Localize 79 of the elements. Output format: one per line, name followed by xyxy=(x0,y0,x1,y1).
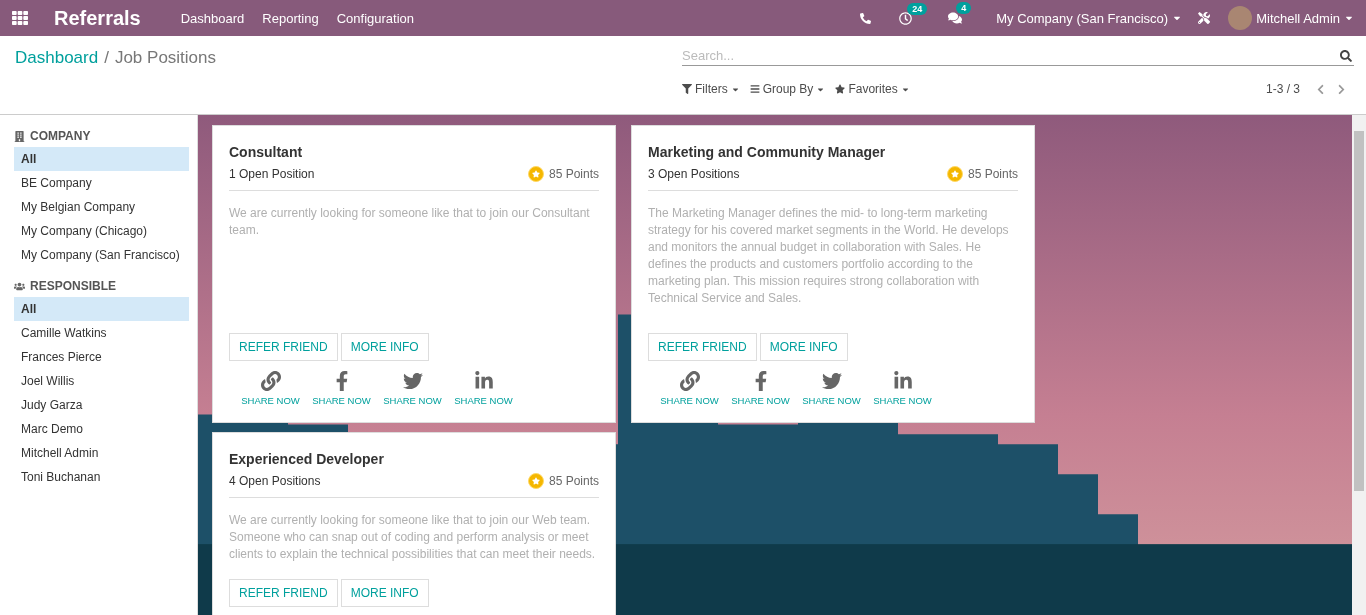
user-menu[interactable]: Mitchell Admin xyxy=(1256,10,1354,26)
sidebar-item[interactable]: Mitchell Admin xyxy=(14,441,189,465)
share-link[interactable]: SHARE NOW xyxy=(867,371,938,406)
sidebar-item[interactable]: Toni Buchanan xyxy=(14,465,189,489)
activity-count-badge: 24 xyxy=(907,2,928,15)
share-link[interactable]: SHARE NOW xyxy=(377,371,448,406)
phone-icon[interactable] xyxy=(860,12,872,24)
breadcrumb-current: Job Positions xyxy=(114,48,217,68)
points-value: 85 Points xyxy=(548,167,599,181)
nav-menu-link[interactable]: Reporting xyxy=(262,10,319,26)
sidebar-item[interactable]: My Company (San Francisco) xyxy=(14,243,189,267)
open-positions-count: 1 Open Position xyxy=(229,167,315,181)
job-description: We are currently looking for someone like that to join our Web team. Someone who can snap out of coding and perform analysis or meet clients to explain the technical possibilities that can meet their needs. xyxy=(229,512,597,563)
nav-menu-link[interactable]: Dashboard xyxy=(180,10,245,26)
share-link[interactable]: SHARE NOW xyxy=(796,371,867,406)
star-icon xyxy=(950,170,959,178)
sidebar-section-title: COMPANY xyxy=(30,129,91,143)
people-icon xyxy=(14,280,25,292)
nav-menu-link[interactable]: Configuration xyxy=(336,10,415,26)
twitter-icon xyxy=(402,371,423,391)
more-info-button[interactable]: MORE INFO xyxy=(340,333,429,361)
sidebar-item[interactable]: Marc Demo xyxy=(14,417,189,441)
group-icon xyxy=(749,84,760,94)
breadcrumb-link[interactable]: Dashboard xyxy=(15,48,99,68)
more-info-button[interactable]: MORE INFO xyxy=(759,333,848,361)
job-description: We are currently looking for someone like that to join our Consultant team. xyxy=(229,205,591,239)
star-icon xyxy=(531,477,540,485)
points-value: 85 Points xyxy=(967,167,1018,181)
job-title: Experienced Developer xyxy=(229,451,385,467)
share-link[interactable]: SHARE NOW xyxy=(725,371,796,406)
pager-value: 1-3 / 3 xyxy=(1265,82,1300,96)
user-avatar xyxy=(1228,6,1253,30)
job-title: Consultant xyxy=(229,144,304,160)
open-positions-count: 4 Open Positions xyxy=(229,474,321,488)
star-icon xyxy=(531,170,540,178)
sidebar-item[interactable]: All xyxy=(14,297,189,321)
points-value: 85 Points xyxy=(548,474,599,488)
share-link[interactable]: SHARE NOW xyxy=(448,371,519,406)
link-icon xyxy=(260,371,281,391)
chevron-left-icon xyxy=(1315,83,1326,95)
sidebar-item[interactable]: Camille Watkins xyxy=(14,321,189,345)
scrollbar[interactable] xyxy=(1352,115,1366,615)
sidebar-item[interactable]: Judy Garza xyxy=(14,393,189,417)
sidebar-item[interactable]: Joel Willis xyxy=(14,369,189,393)
filter-dropdown-button[interactable]: Favorites xyxy=(835,82,910,96)
job-description: The Marketing Manager defines the mid- to long-term marketing strategy for his covered market segments in the World. He develops and monitors the annual budget in collaboration with Sales. He defines the products and customers portfolio according to the marketing plan. This mission requires strong collaboration with Technical Service and Sales. xyxy=(648,205,1010,307)
app-title: Referrals xyxy=(54,6,141,30)
link-icon xyxy=(679,371,700,391)
sidebar-section-title: RESPONSIBLE xyxy=(30,279,116,293)
share-link[interactable]: SHARE NOW xyxy=(654,371,725,406)
building-icon xyxy=(14,130,25,142)
sidebar-item[interactable]: Frances Pierce xyxy=(14,345,189,369)
refer-friend-button[interactable]: REFER FRIEND xyxy=(229,333,338,361)
refer-friend-button[interactable]: REFER FRIEND xyxy=(648,333,757,361)
open-positions-count: 3 Open Positions xyxy=(648,167,740,181)
share-link[interactable]: SHARE NOW xyxy=(235,371,306,406)
filter-icon xyxy=(682,84,692,94)
more-info-button[interactable]: MORE INFO xyxy=(340,579,429,607)
favorite-icon xyxy=(835,84,846,94)
apps-menu-icon[interactable] xyxy=(12,10,28,26)
job-title: Marketing and Community Manager xyxy=(648,144,887,160)
share-link[interactable]: SHARE NOW xyxy=(306,371,377,406)
chevron-right-icon xyxy=(1336,83,1347,95)
company-switcher[interactable]: My Company (San Francisco) xyxy=(996,10,1183,26)
filter-dropdown-button[interactable]: Filters xyxy=(682,82,740,96)
breadcrumb-separator: / xyxy=(104,48,109,68)
clock-icon[interactable] xyxy=(899,11,913,25)
twitter-icon xyxy=(821,371,842,391)
tools-icon[interactable] xyxy=(1198,12,1211,24)
sidebar-item[interactable]: My Company (Chicago) xyxy=(14,219,189,243)
sidebar-item[interactable]: BE Company xyxy=(14,171,189,195)
chat-icon[interactable] xyxy=(948,11,963,25)
message-count-badge: 4 xyxy=(956,2,972,14)
linkedin-icon xyxy=(892,371,913,391)
filter-dropdown-button[interactable]: Group By xyxy=(749,82,826,96)
sidebar-item[interactable]: All xyxy=(14,147,189,171)
sidebar-item[interactable]: My Belgian Company xyxy=(14,195,189,219)
linkedin-icon xyxy=(473,371,494,391)
refer-friend-button[interactable]: REFER FRIEND xyxy=(229,579,338,607)
